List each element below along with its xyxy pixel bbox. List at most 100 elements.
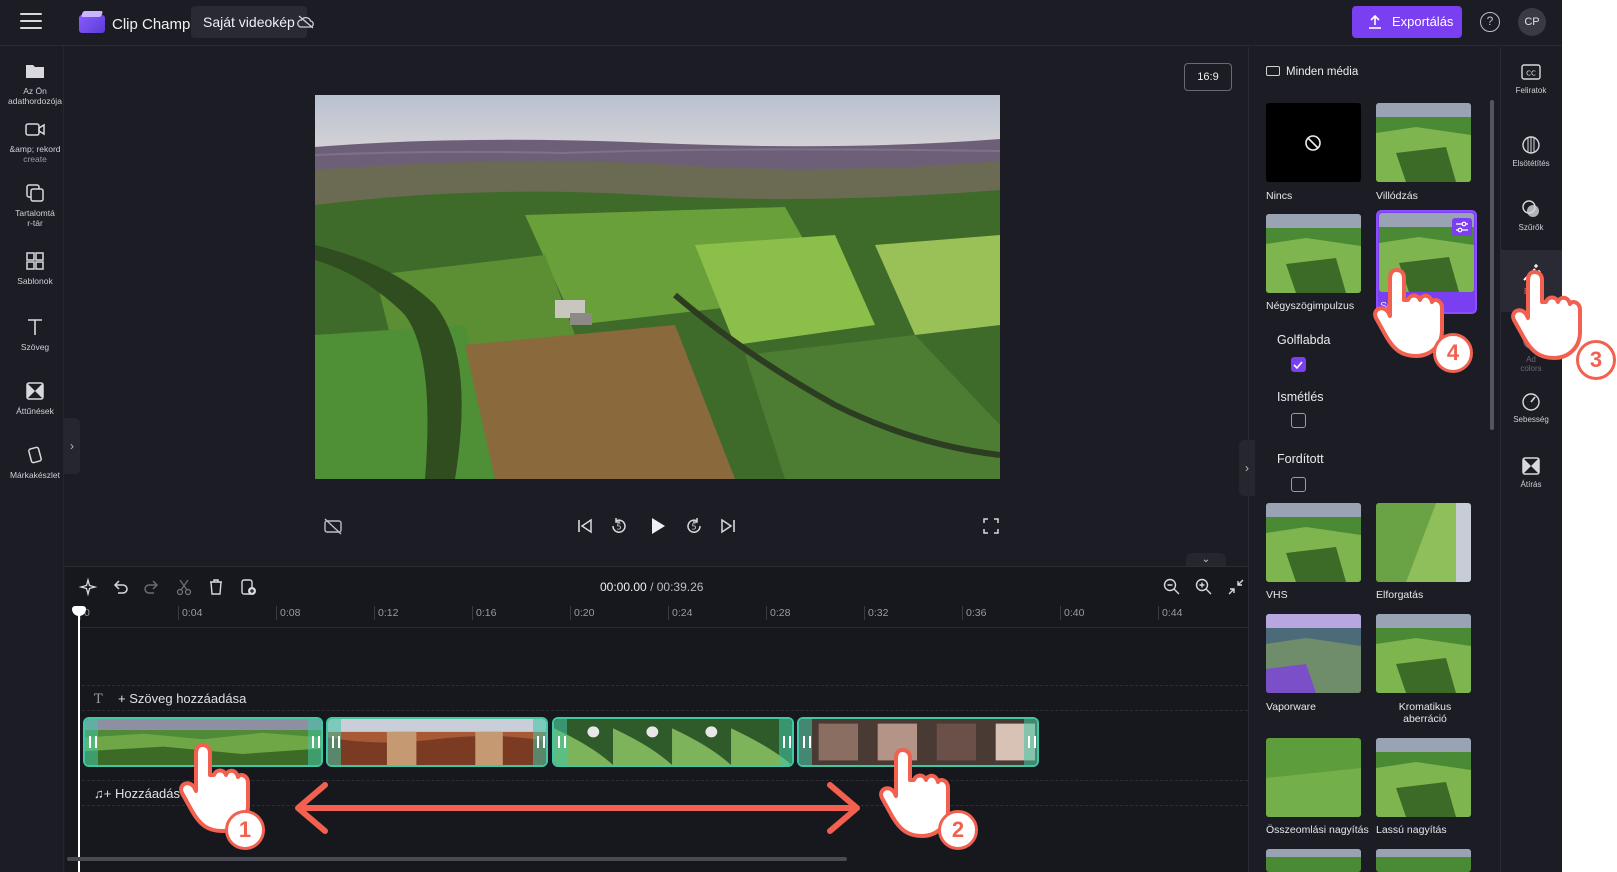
none-icon xyxy=(1305,135,1321,151)
sidebar-item-text[interactable]: Szöveg xyxy=(0,316,70,352)
clip-trim-handle-left[interactable] xyxy=(328,719,341,765)
effect-square-pulse[interactable] xyxy=(1266,214,1361,293)
rail-item-captions[interactable]: CC Feliratok xyxy=(1500,61,1562,95)
sidebar-item-transitions[interactable]: Áttűnések xyxy=(0,380,70,416)
clip-trim-handle-right[interactable] xyxy=(308,719,321,765)
total-time: / 00:39.26 xyxy=(650,580,704,594)
aspect-ratio-button[interactable]: 16:9 xyxy=(1184,63,1232,91)
effect-thumbnail xyxy=(1266,849,1361,872)
clipchamp-app: Clip Champ Saját videokép Exportálás ? C… xyxy=(0,0,1562,872)
ruler-tick: 0:40 xyxy=(1060,606,1084,620)
effect-collapse-zoom[interactable] xyxy=(1266,738,1361,817)
video-clip-4[interactable] xyxy=(797,717,1039,767)
split-scissors-icon[interactable] xyxy=(174,577,194,597)
rail-item-label: Sebesség xyxy=(1513,415,1549,424)
undo-icon[interactable] xyxy=(110,577,130,597)
avatar[interactable]: CP xyxy=(1518,8,1546,36)
fullscreen-icon[interactable] xyxy=(980,515,1002,537)
rail-item-adjust-colors[interactable]: Ad colors xyxy=(1500,330,1562,373)
rail-item-fade[interactable]: Elsötétítés xyxy=(1500,134,1562,168)
effect-label: Elforgatás xyxy=(1376,589,1424,601)
clip-trim-handle-right[interactable] xyxy=(779,719,792,765)
effect-rotate[interactable] xyxy=(1376,503,1471,582)
clip-trim-handle-right[interactable] xyxy=(533,719,546,765)
timeline-scrollbar[interactable] xyxy=(67,857,847,861)
redo-icon[interactable] xyxy=(142,577,162,597)
magic-sparkle-icon[interactable] xyxy=(78,577,98,597)
ruler-tick: 0:32 xyxy=(864,606,888,620)
camera-off-icon[interactable] xyxy=(322,515,344,537)
rail-item-speed[interactable]: Sebesség xyxy=(1500,390,1562,424)
sidebar-item-label: Szöveg xyxy=(20,342,50,352)
collapse-right-panel-button[interactable]: › xyxy=(1239,440,1255,496)
sidebar-item-templates[interactable]: Sablonok xyxy=(0,250,70,286)
effect-thumbnail xyxy=(1376,849,1471,872)
video-clip-2[interactable] xyxy=(326,717,548,767)
playhead[interactable] xyxy=(78,606,80,872)
collapse-preview-button[interactable]: ⌄ xyxy=(1186,553,1226,567)
effect-thumbnail-partial[interactable] xyxy=(1266,849,1361,872)
clip-trim-handle-left[interactable] xyxy=(554,719,567,765)
clip-thumbnails xyxy=(85,719,321,765)
effect-thumbnail xyxy=(1376,738,1471,817)
export-button[interactable]: Exportálás xyxy=(1352,6,1462,38)
rail-item-label: Effe xyxy=(1523,287,1539,296)
sidebar-item-label: Sablonok xyxy=(17,276,53,286)
rewind-5s-icon[interactable]: 5 xyxy=(608,515,630,537)
option-repeat-label: Ismétlés xyxy=(1277,390,1324,404)
step-badge-3: 3 xyxy=(1576,340,1616,380)
zoom-out-icon[interactable] xyxy=(1162,577,1182,597)
brand-kit-icon xyxy=(28,446,42,464)
fit-timeline-icon[interactable] xyxy=(1226,577,1246,597)
rail-item-effects[interactable]: Effe xyxy=(1500,262,1562,296)
option-golf-ball-checkbox[interactable] xyxy=(1291,357,1306,372)
effect-none[interactable] xyxy=(1266,103,1361,182)
add-to-timeline-icon[interactable] xyxy=(238,577,258,597)
clip-trim-handle-left[interactable] xyxy=(799,719,812,765)
effect-chromatic-aberration[interactable] xyxy=(1376,614,1471,693)
delete-icon[interactable] xyxy=(206,577,226,597)
effect-label: Vaporware xyxy=(1266,701,1316,713)
rail-item-filters[interactable]: Szűrők xyxy=(1500,198,1562,232)
play-icon[interactable] xyxy=(646,515,668,537)
effect-vhs[interactable] xyxy=(1266,503,1361,582)
sidebar-item-your-media[interactable]: Az Ön adathordozója xyxy=(0,60,70,106)
expand-left-panel-button[interactable]: › xyxy=(64,418,80,474)
menu-icon[interactable] xyxy=(20,13,42,31)
effect-flicker[interactable] xyxy=(1376,103,1471,182)
clip-trim-handle-left[interactable] xyxy=(85,719,98,765)
project-name-field[interactable]: Saját videokép xyxy=(191,6,307,38)
video-clip-3[interactable] xyxy=(552,717,794,767)
add-audio-track[interactable]: ♫+ Hozzáadás xyxy=(82,780,1248,806)
effect-vaporware[interactable] xyxy=(1266,614,1361,693)
effect-thumbnail-partial[interactable] xyxy=(1376,849,1471,872)
sidebar-item-content-library[interactable]: Tartalomtá r-tár xyxy=(0,182,70,228)
sidebar-item-label: Márkakészlet xyxy=(9,470,61,480)
clip-trim-handle-right[interactable] xyxy=(1024,719,1037,765)
skip-to-start-icon[interactable] xyxy=(574,515,596,537)
effects-scrollbar[interactable] xyxy=(1490,100,1494,430)
timecode: 00:00.00 / 00:39.26 xyxy=(600,580,703,594)
rail-item-label: Elsötétítés xyxy=(1512,159,1550,168)
timeline-ruler[interactable]: 0 0:04 0:08 0:12 0:16 0:20 0:24 0:28 0:3… xyxy=(80,606,1248,628)
effects-header: Minden média xyxy=(1266,66,1358,78)
add-text-track[interactable]: T + Szöveg hozzáadása xyxy=(82,685,1248,711)
music-note-icon: ♫ xyxy=(94,786,104,801)
forward-5s-icon[interactable]: 5 xyxy=(683,515,705,537)
video-clip-1[interactable] xyxy=(83,717,323,767)
option-reversed-checkbox[interactable] xyxy=(1291,477,1306,492)
option-repeat-checkbox[interactable] xyxy=(1291,413,1306,428)
option-reversed-label: Fordított xyxy=(1277,452,1324,466)
speed-icon xyxy=(1522,393,1540,411)
help-icon[interactable]: ? xyxy=(1480,12,1500,32)
sidebar-item-brand-kit[interactable]: Márkakészlet xyxy=(0,444,70,480)
rail-item-transition[interactable]: Átírás xyxy=(1500,455,1562,489)
effect-thumbnail xyxy=(1266,214,1361,293)
sidebar-item-record-create[interactable]: &amp; rekord create xyxy=(0,118,70,164)
effect-settings-button[interactable] xyxy=(1452,218,1472,236)
zoom-in-icon[interactable] xyxy=(1194,577,1214,597)
effect-slow-zoom[interactable] xyxy=(1376,738,1471,817)
skip-to-end-icon[interactable] xyxy=(717,515,739,537)
option-golf-ball-label: Golflabda xyxy=(1277,333,1331,347)
check-icon xyxy=(1293,361,1303,370)
